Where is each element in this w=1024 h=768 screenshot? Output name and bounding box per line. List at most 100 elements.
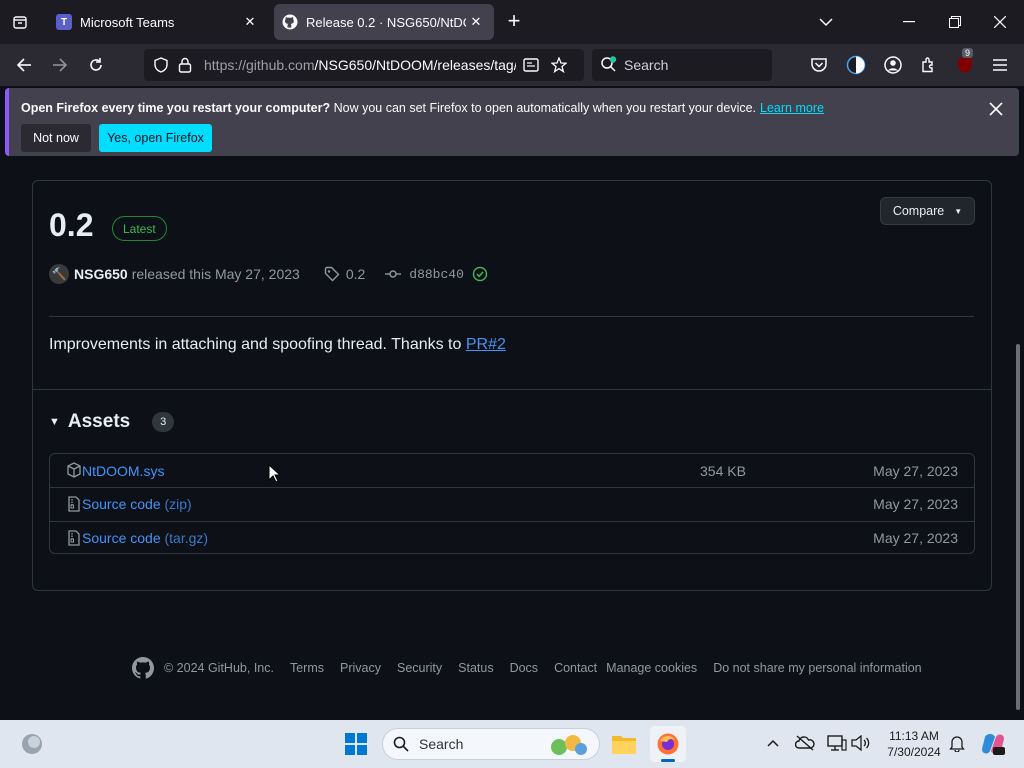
not-now-button[interactable]: Not now: [21, 124, 91, 152]
account-icon[interactable]: [882, 54, 904, 76]
file-zip-icon: [66, 496, 82, 512]
widgets-icon[interactable]: [14, 726, 50, 762]
pr-link[interactable]: PR#2: [466, 336, 506, 353]
active-indicator: [661, 759, 675, 762]
footer-link-privacy[interactable]: Privacy: [340, 661, 381, 675]
commit-hash[interactable]: d88bc40: [409, 267, 464, 282]
asset-size: 354 KB: [700, 462, 746, 479]
volume-icon[interactable]: [850, 732, 872, 754]
dark-reader-icon[interactable]: [845, 54, 867, 76]
github-icon: [282, 14, 298, 30]
url-path: /NSG650/NtDOOM/releases/tag/0.2: [314, 57, 516, 73]
chevron-down-icon[interactable]: [812, 8, 840, 36]
new-tab-button[interactable]: +: [502, 10, 526, 34]
footer-link-terms[interactable]: Terms: [290, 661, 324, 675]
mouse-cursor-icon: [268, 463, 282, 488]
search-engine-icon[interactable]: [600, 56, 618, 74]
notification-text: Now you can set Firefox to open automati…: [330, 101, 757, 115]
divider: [49, 316, 974, 317]
address-bar[interactable]: https://github.com/NSG650/NtDOOM/release…: [144, 49, 584, 81]
release-title[interactable]: 0.2: [49, 207, 93, 244]
system-clock[interactable]: 11:13 AM 7/30/2024: [880, 728, 948, 760]
footer-link-docs[interactable]: Docs: [510, 661, 538, 675]
pocket-icon[interactable]: [808, 54, 830, 76]
search-bar[interactable]: Search: [592, 49, 772, 81]
package-icon: [66, 462, 82, 478]
search-placeholder: Search: [624, 57, 669, 73]
asset-ext: (zip): [160, 496, 192, 512]
learn-more-link[interactable]: Learn more: [760, 101, 824, 115]
git-commit-icon: [385, 266, 402, 282]
footer-link-contact[interactable]: Contact: [554, 661, 597, 675]
tab-github-release[interactable]: Release 0.2 · NSG650/NtDOOM ✕: [274, 4, 494, 40]
tag-name[interactable]: 0.2: [346, 266, 365, 282]
taskbar-search-label: Search: [419, 736, 464, 752]
release-meta: 🔨 NSG650 released this May 27, 2023 0.2 …: [49, 263, 488, 285]
asset-name: Source code: [82, 530, 161, 546]
firefox-icon[interactable]: [650, 726, 686, 762]
yes-open-firefox-button[interactable]: Yes, open Firefox: [99, 124, 212, 152]
tab-list-icon[interactable]: [8, 10, 32, 34]
bookmark-star-icon[interactable]: [548, 54, 570, 76]
search-highlight-icon: [547, 733, 591, 757]
footer-link-security[interactable]: Security: [397, 661, 442, 675]
asset-name: Source code: [82, 496, 161, 512]
taskbar-search[interactable]: Search: [382, 728, 600, 760]
reader-view-icon[interactable]: [520, 54, 542, 76]
hamburger-menu-icon[interactable]: [989, 54, 1011, 76]
tab-microsoft-teams[interactable]: T Microsoft Teams ✕: [44, 4, 268, 40]
avatar[interactable]: 🔨: [49, 264, 69, 284]
start-windows-icon[interactable]: [338, 726, 374, 762]
compare-button[interactable]: Compare ▼: [880, 197, 975, 225]
file-explorer-icon[interactable]: [606, 726, 642, 762]
release-card: 0.2 Latest Compare ▼ 🔨 NSG650 released t…: [32, 180, 992, 591]
ublock-origin-icon[interactable]: 9: [954, 48, 976, 76]
clock-date: 7/30/2024: [887, 745, 941, 759]
copilot-icon[interactable]: [975, 726, 1011, 762]
tab-strip: T Microsoft Teams ✕ Release 0.2 · NSG650…: [0, 0, 1024, 44]
tag-icon: [324, 266, 340, 282]
footer-link-do-not-share[interactable]: Do not share my personal information: [713, 661, 921, 675]
close-window-icon[interactable]: [986, 8, 1014, 36]
asset-date: May 27, 2023: [873, 462, 958, 479]
default-browser-notification: Open Firefox every time you restart your…: [5, 88, 1019, 156]
asset-link[interactable]: Source code (zip): [82, 496, 192, 512]
assets-toggle[interactable]: ▼ Assets 3: [49, 411, 175, 433]
minimize-icon[interactable]: [895, 8, 923, 36]
restore-icon[interactable]: [941, 8, 969, 36]
list-item: Source code (tar.gz) May 27, 2023: [50, 521, 974, 554]
extension-badge: 9: [962, 48, 974, 58]
file-zip-icon: [66, 530, 82, 546]
copyright: © 2024 GitHub, Inc.: [164, 661, 274, 675]
released-text: released this May 27, 2023: [131, 266, 300, 282]
forward-arrow-icon[interactable]: [46, 52, 74, 78]
reload-icon[interactable]: [82, 52, 110, 78]
asset-link[interactable]: Source code (tar.gz): [82, 530, 208, 546]
notification-bell-icon[interactable]: [946, 732, 968, 754]
navigation-toolbar: https://github.com/NSG650/NtDOOM/release…: [0, 44, 1024, 86]
close-icon[interactable]: [985, 98, 1007, 120]
tab-title: Microsoft Teams: [80, 14, 175, 30]
url-text[interactable]: https://github.com/NSG650/NtDOOM/release…: [204, 57, 516, 73]
shield-icon[interactable]: [150, 54, 172, 76]
release-notes: Improvements in attaching and spoofing t…: [49, 336, 506, 354]
footer-link-manage-cookies[interactable]: Manage cookies: [606, 661, 697, 675]
asset-ext: (tar.gz): [160, 530, 209, 546]
github-logo-icon[interactable]: [132, 657, 154, 679]
lock-icon[interactable]: [174, 54, 196, 76]
scrollbar[interactable]: [1016, 344, 1020, 710]
network-icon[interactable]: [826, 732, 848, 754]
author-link[interactable]: NSG650: [74, 266, 128, 282]
close-tab-icon[interactable]: ✕: [466, 12, 486, 32]
onedrive-offline-icon[interactable]: [794, 732, 816, 754]
check-circle-icon[interactable]: [472, 266, 488, 282]
chevron-up-icon[interactable]: [762, 732, 784, 754]
asset-name: NtDOOM.sys: [82, 462, 165, 479]
extensions-icon[interactable]: [918, 54, 940, 76]
asset-link[interactable]: NtDOOM.sys: [82, 463, 164, 479]
back-arrow-icon[interactable]: [10, 52, 38, 78]
triangle-down-icon: ▼: [49, 416, 60, 428]
close-tab-icon[interactable]: ✕: [240, 12, 260, 32]
footer-link-status[interactable]: Status: [458, 661, 493, 675]
page-footer: © 2024 GitHub, Inc. Terms Privacy Securi…: [132, 656, 922, 680]
